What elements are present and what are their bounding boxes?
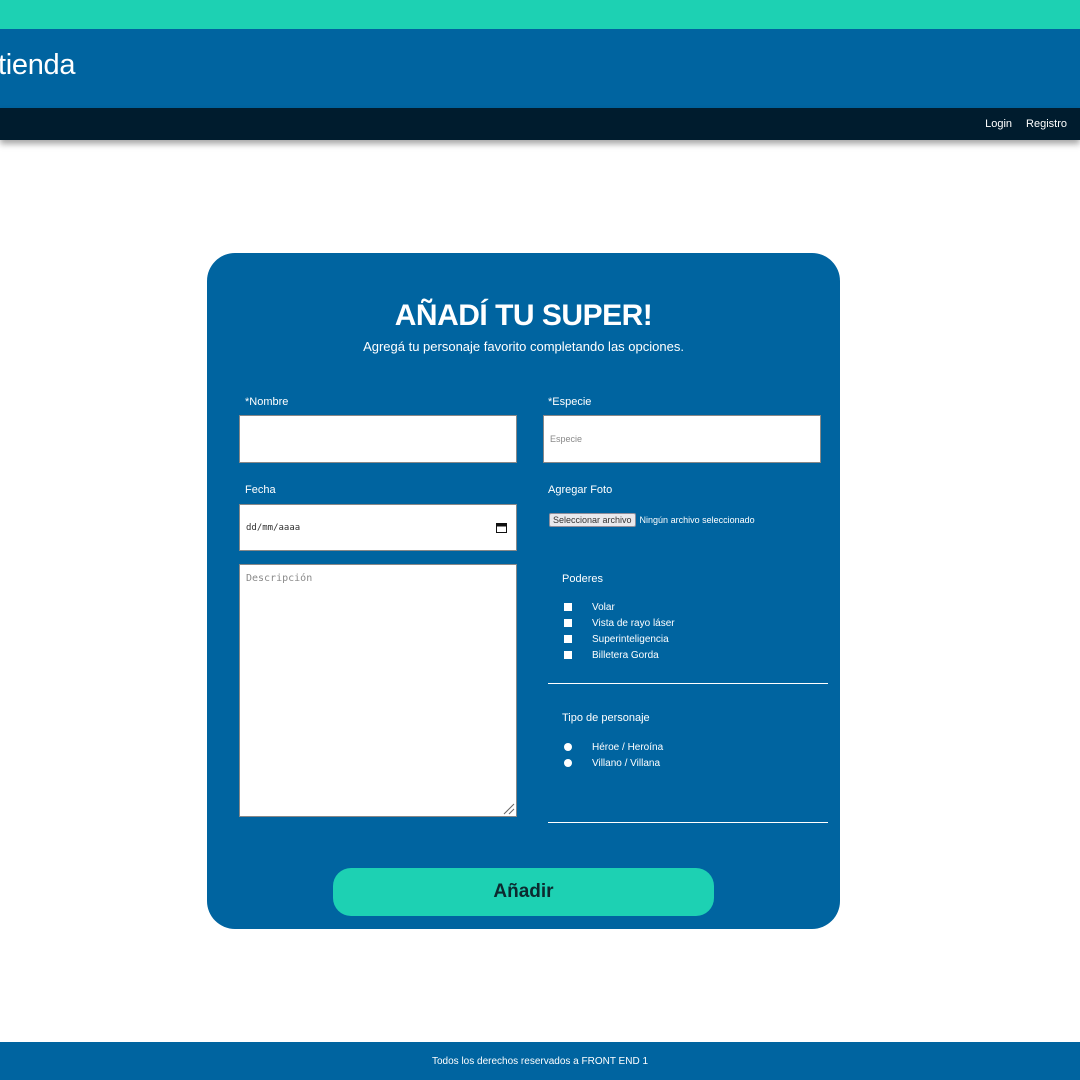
power-option[interactable]: Billetera Gorda bbox=[564, 647, 675, 663]
description-placeholder: Descripción bbox=[246, 573, 313, 584]
form-title: AÑADÍ TU SUPER! bbox=[394, 299, 653, 332]
species-input[interactable]: Especie bbox=[543, 415, 821, 463]
nav-bar: Login Registro bbox=[0, 108, 1080, 140]
date-input[interactable]: dd/mm/aaaa bbox=[239, 504, 517, 551]
site-header: tienda bbox=[0, 29, 1080, 108]
calendar-icon[interactable] bbox=[496, 522, 507, 533]
powers-label: Poderes bbox=[562, 573, 603, 585]
form-subtitle: Agregá tu personaje favorito completando… bbox=[363, 339, 684, 354]
power-option[interactable]: Superinteligencia bbox=[564, 631, 675, 647]
character-type-list: Héroe / Heroína Villano / Villana bbox=[564, 739, 663, 771]
power-checkbox[interactable] bbox=[564, 619, 572, 627]
power-option-label: Billetera Gorda bbox=[592, 649, 659, 661]
photo-label: Agregar Foto bbox=[548, 484, 613, 496]
name-label: *Nombre bbox=[245, 396, 289, 408]
character-type-option[interactable]: Héroe / Heroína bbox=[564, 739, 663, 755]
powers-divider bbox=[548, 683, 828, 684]
register-link[interactable]: Registro bbox=[1026, 118, 1067, 130]
resize-handle-icon[interactable] bbox=[501, 801, 515, 815]
character-type-divider bbox=[548, 822, 828, 823]
character-type-radio[interactable] bbox=[564, 743, 572, 751]
power-option-label: Volar bbox=[592, 601, 615, 613]
file-status-text: Ningún archivo seleccionado bbox=[639, 515, 755, 525]
add-button[interactable]: Añadir bbox=[333, 868, 714, 916]
character-type-option-label: Villano / Villana bbox=[592, 757, 661, 769]
add-character-form: AÑADÍ TU SUPER! Agregá tu personaje favo… bbox=[207, 253, 840, 929]
date-input-placeholder: dd/mm/aaaa bbox=[246, 523, 301, 533]
select-file-button[interactable]: Seleccionar archivo bbox=[549, 513, 636, 527]
powers-list: Volar Vista de rayo láser Superinteligen… bbox=[564, 599, 675, 663]
date-label: Fecha bbox=[245, 484, 276, 496]
login-link[interactable]: Login bbox=[985, 118, 1012, 130]
power-option[interactable]: Vista de rayo láser bbox=[564, 615, 675, 631]
power-checkbox[interactable] bbox=[564, 603, 572, 611]
power-checkbox[interactable] bbox=[564, 635, 572, 643]
top-accent-stripe bbox=[0, 0, 1080, 29]
character-type-option-label: Héroe / Heroína bbox=[592, 741, 664, 753]
species-input-placeholder: Especie bbox=[550, 434, 583, 444]
description-textarea[interactable]: Descripción bbox=[239, 564, 517, 817]
character-type-option[interactable]: Villano / Villana bbox=[564, 755, 663, 771]
species-label: *Especie bbox=[548, 396, 592, 408]
nav-links: Login Registro bbox=[985, 108, 1067, 140]
brand-logo[interactable]: tienda bbox=[0, 49, 76, 82]
site-footer: Todos los derechos reservados a FRONT EN… bbox=[0, 1042, 1080, 1080]
power-option-label: Vista de rayo láser bbox=[592, 617, 675, 629]
photo-file-input[interactable]: Seleccionar archivo Ningún archivo selec… bbox=[549, 513, 755, 527]
character-type-radio[interactable] bbox=[564, 759, 572, 767]
name-input[interactable] bbox=[239, 415, 517, 463]
power-checkbox[interactable] bbox=[564, 651, 572, 659]
power-option[interactable]: Volar bbox=[564, 599, 675, 615]
power-option-label: Superinteligencia bbox=[592, 633, 669, 645]
footer-copyright: Todos los derechos reservados a FRONT EN… bbox=[431, 1055, 648, 1067]
character-type-label: Tipo de personaje bbox=[562, 712, 650, 724]
